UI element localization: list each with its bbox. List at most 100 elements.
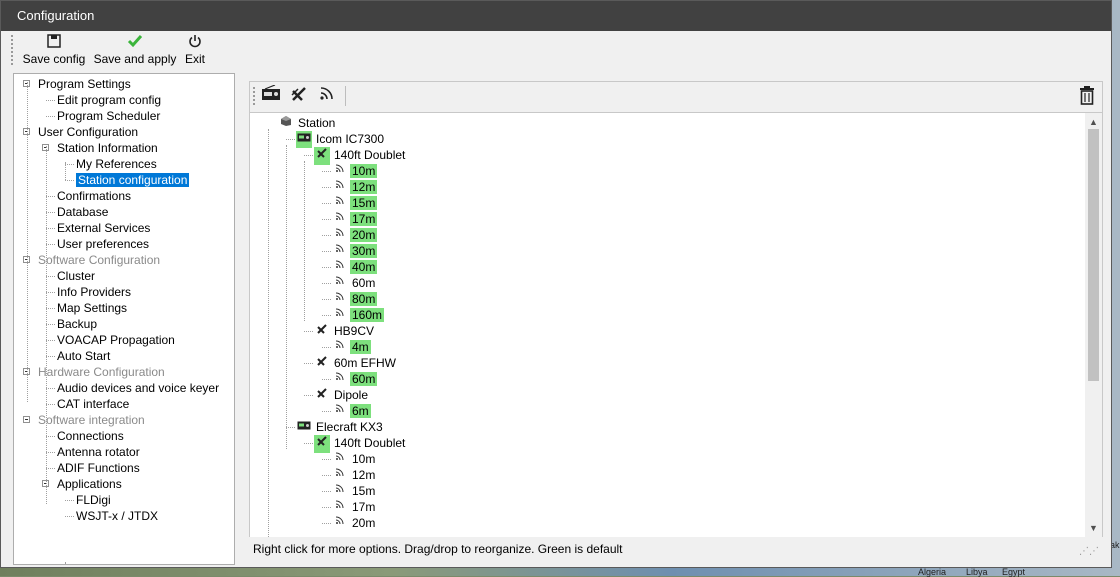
- nav-item[interactable]: FLDigi: [76, 492, 111, 508]
- nav-item[interactable]: WSJT-x / JTDX: [76, 508, 158, 524]
- nav-item[interactable]: Station configuration: [76, 172, 190, 188]
- station-node-label: 20m: [352, 516, 376, 530]
- title-bar[interactable]: Configuration: [1, 1, 1111, 31]
- nav-item-label: Confirmations: [57, 189, 132, 203]
- nav-item[interactable]: VOACAP Propagation: [57, 332, 175, 348]
- station-node-band[interactable]: 60m: [332, 275, 377, 291]
- tree-connector: [322, 379, 331, 380]
- station-tree[interactable]: ▲ ▼ Station Icom IC7300 140ft Doublet 10m 12…: [250, 112, 1102, 537]
- nav-item-label: Applications: [57, 477, 122, 491]
- nav-item[interactable]: ADIF Functions: [57, 460, 140, 476]
- nav-item[interactable]: Audio devices and voice keyer: [57, 380, 219, 396]
- add-band-button[interactable]: [316, 85, 338, 107]
- station-node-label: Icom IC7300: [316, 132, 385, 146]
- station-node-band[interactable]: 40m: [332, 259, 378, 275]
- station-node-radio[interactable]: Icom IC7300: [296, 131, 386, 148]
- station-node-band[interactable]: 12m: [332, 467, 377, 483]
- nav-item[interactable]: My References: [76, 156, 157, 172]
- station-node-band[interactable]: 17m: [332, 499, 377, 515]
- station-node-label: 60m EFHW: [334, 356, 397, 370]
- toolbar-grip[interactable]: [11, 35, 13, 65]
- nav-item[interactable]: External Services: [57, 220, 150, 236]
- station-node-band[interactable]: 160m: [332, 307, 385, 323]
- station-node-label: 15m: [352, 484, 376, 498]
- nav-item[interactable]: Info Providers: [57, 284, 131, 300]
- station-node-band[interactable]: 10m: [332, 451, 377, 467]
- nav-item[interactable]: Antenna rotator: [57, 444, 140, 460]
- station-icon: [278, 115, 294, 133]
- config-navigation-tree[interactable]: Program Settings Edit program config Progr…: [13, 73, 235, 565]
- exit-button[interactable]: Exit: [183, 34, 207, 68]
- delete-button[interactable]: [1076, 85, 1098, 107]
- station-node-antenna[interactable]: 140ft Doublet: [314, 435, 407, 453]
- signal-waves-icon: [332, 515, 348, 531]
- station-node-station[interactable]: Station: [278, 115, 337, 131]
- nav-item[interactable]: Software integration: [38, 412, 145, 428]
- station-node-antenna[interactable]: HB9CV: [314, 323, 376, 339]
- save-and-apply-button[interactable]: Save and apply: [93, 34, 177, 68]
- save-config-button[interactable]: Save config: [21, 34, 87, 68]
- nav-item[interactable]: User preferences: [57, 236, 149, 252]
- station-node-band[interactable]: 15m: [332, 483, 377, 499]
- scroll-down-icon[interactable]: ▼: [1088, 521, 1099, 535]
- station-node-label: 4m: [350, 340, 371, 354]
- station-node-label: 20m: [350, 228, 378, 242]
- scrollbar-thumb[interactable]: [1088, 129, 1099, 381]
- nav-item[interactable]: Map Settings: [57, 300, 127, 316]
- nav-item[interactable]: Connections: [57, 428, 124, 444]
- station-node-band[interactable]: 30m: [332, 243, 378, 259]
- station-node-band[interactable]: 80m: [332, 291, 378, 307]
- nav-item[interactable]: Hardware Configuration: [38, 364, 165, 380]
- station-node-label: 10m: [352, 452, 376, 466]
- nav-item[interactable]: Software Configuration: [38, 252, 160, 268]
- toolbar-separator: [345, 86, 346, 106]
- station-node-band[interactable]: 10m: [332, 163, 378, 179]
- station-node-antenna[interactable]: 140ft Doublet: [314, 147, 407, 165]
- tree-guide-line: [286, 145, 287, 449]
- station-node-band[interactable]: 60m: [332, 371, 378, 387]
- station-node-band[interactable]: 17m: [332, 211, 378, 227]
- station-node-radio[interactable]: Elecraft KX3: [296, 419, 385, 435]
- nav-item[interactable]: Auto Start: [57, 348, 110, 364]
- nav-item[interactable]: CAT interface: [57, 396, 129, 412]
- station-node-band[interactable]: 20m: [332, 227, 378, 243]
- station-toolbar-grip[interactable]: [253, 87, 255, 107]
- scroll-up-icon[interactable]: ▲: [1088, 115, 1099, 129]
- tree-connector: [46, 212, 55, 213]
- antenna-icon: [290, 87, 308, 107]
- nav-item[interactable]: Program Scheduler: [57, 108, 160, 124]
- nav-item[interactable]: Program Settings: [38, 76, 131, 92]
- nav-item[interactable]: User Configuration: [38, 124, 138, 140]
- nav-item[interactable]: Backup: [57, 316, 97, 332]
- station-node-label: Dipole: [334, 388, 369, 402]
- station-node-band[interactable]: 20m: [332, 515, 377, 531]
- tree-connector: [322, 219, 331, 220]
- station-node-band[interactable]: 12m: [332, 179, 378, 195]
- collapse-toggle-icon[interactable]: [23, 416, 30, 423]
- nav-item[interactable]: Database: [57, 204, 108, 220]
- nav-item[interactable]: Confirmations: [57, 188, 131, 204]
- tree-connector: [322, 299, 331, 300]
- station-node-label: 17m: [350, 212, 378, 226]
- station-node-band[interactable]: 6m: [332, 403, 371, 419]
- nav-item[interactable]: Cluster: [57, 268, 95, 284]
- nav-item[interactable]: Applications: [57, 476, 122, 492]
- station-node-antenna[interactable]: Dipole: [314, 387, 370, 403]
- window-title: Configuration: [17, 8, 95, 23]
- resize-grip-icon[interactable]: ⋰⋰: [1079, 546, 1099, 557]
- nav-item[interactable]: Station Information: [57, 140, 158, 156]
- radio-icon: [296, 131, 312, 148]
- station-node-band[interactable]: 4m: [332, 339, 371, 355]
- nav-item[interactable]: Edit program config: [57, 92, 161, 108]
- add-radio-button[interactable]: [260, 84, 282, 107]
- add-antenna-button[interactable]: [288, 85, 310, 107]
- station-node-label: 12m: [350, 180, 378, 194]
- station-node-band[interactable]: 15m: [332, 195, 378, 211]
- tree-connector: [46, 468, 55, 469]
- tree-connector: [322, 507, 331, 508]
- station-node-antenna[interactable]: 60m EFHW: [314, 355, 398, 371]
- tree-connector: [65, 180, 74, 181]
- tree-connector: [46, 308, 55, 309]
- vertical-scrollbar[interactable]: ▲ ▼: [1085, 113, 1102, 537]
- nav-item-label: Program Settings: [38, 77, 131, 91]
